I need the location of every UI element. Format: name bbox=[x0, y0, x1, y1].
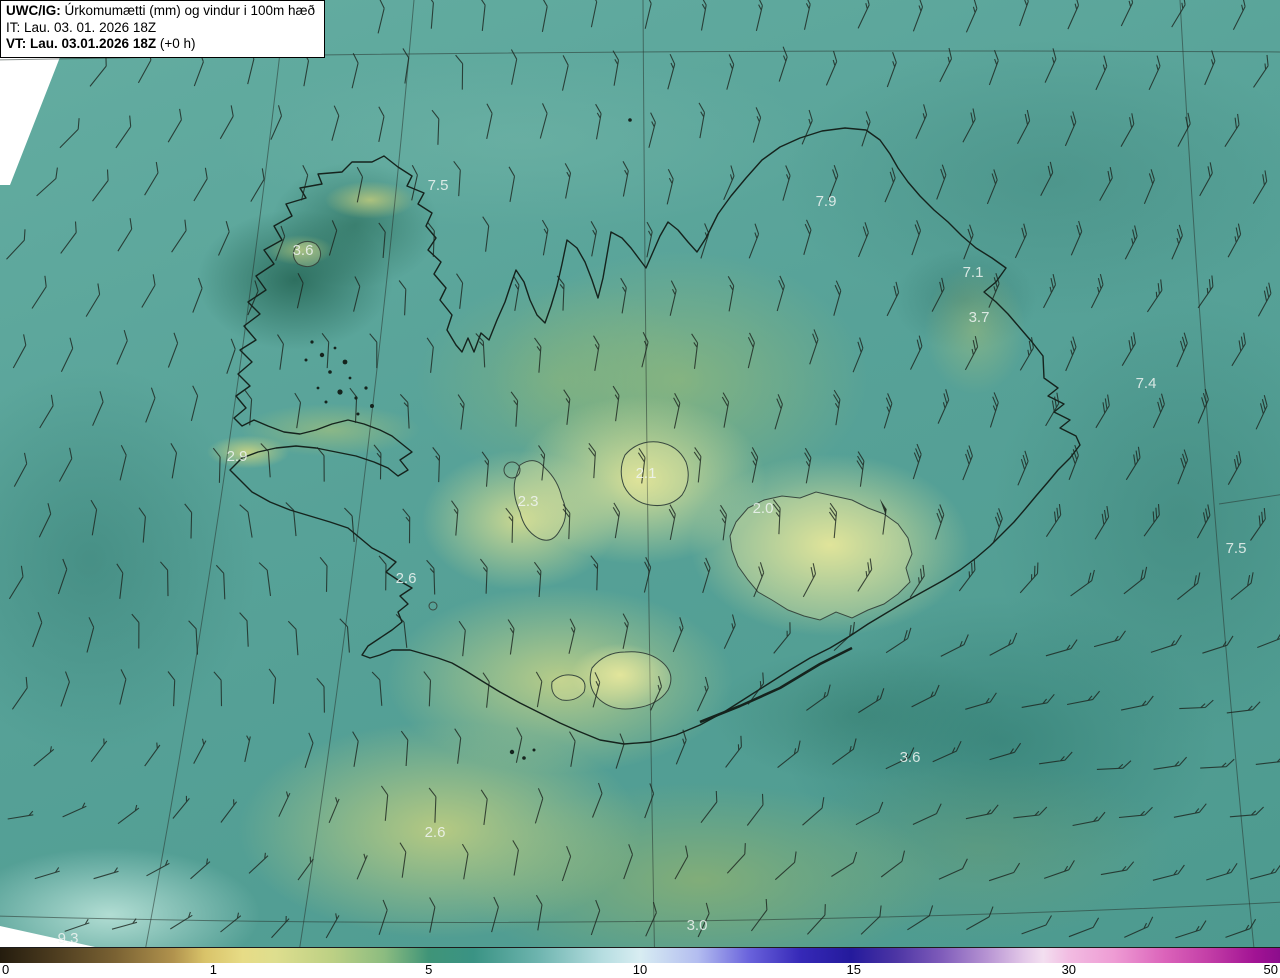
contour-label: 3.0 bbox=[687, 917, 708, 934]
colorbar-tick-label: 30 bbox=[1061, 962, 1077, 977]
colorbar-tick-label: 0 bbox=[2, 962, 10, 977]
coastline bbox=[229, 127, 1081, 745]
islands bbox=[304, 118, 632, 760]
colorbar: 0 1 5 10 15 30 50 bbox=[0, 947, 1280, 978]
colorbar-tick-label: 15 bbox=[846, 962, 861, 977]
contour-label: 3.6 bbox=[900, 749, 921, 766]
contour-label: 2.0 bbox=[753, 500, 774, 517]
title-box: UWC/IG: Úrkomumætti (mm) og vindur i 100… bbox=[0, 0, 326, 59]
contour-label: 9.3 bbox=[58, 930, 79, 947]
colorbar-tick-label: 10 bbox=[632, 962, 648, 977]
title-line-init: IT: Lau. 03. 01. 2026 18Z bbox=[6, 19, 157, 35]
model-name: UWC/IG: bbox=[6, 3, 61, 18]
contour-label: 7.5 bbox=[428, 177, 449, 194]
title-line-product: UWC/IG: Úrkomumætti (mm) og vindur i 100… bbox=[6, 3, 315, 20]
weather-map: 7.5 3.6 7.9 7.1 3.7 7.4 7.5 2.9 2.6 2.3 2.1 2.0 3.6 2… bbox=[0, 0, 1280, 947]
corner-mask bbox=[0, 0, 100, 947]
valid-offset: (+0 h) bbox=[156, 36, 196, 52]
colorbar-tick-label: 50 bbox=[1263, 962, 1278, 977]
glacier-contours bbox=[292, 240, 913, 710]
contour-label: 3.6 bbox=[293, 242, 314, 259]
product-title: Úrkomumætti (mm) og vindur i 100m hæð bbox=[60, 3, 316, 18]
contour-label: 2.1 bbox=[636, 465, 657, 482]
colorbar-tick-label: 1 bbox=[209, 962, 217, 977]
contour-label: 2.6 bbox=[396, 570, 417, 587]
contour-label: 2.6 bbox=[425, 824, 446, 841]
contour-label: 7.4 bbox=[1136, 375, 1157, 392]
valid-time: VT: Lau. 03.01.2026 18Z bbox=[6, 36, 157, 52]
contour-label: 7.1 bbox=[963, 264, 984, 281]
contour-label: 2.9 bbox=[227, 448, 248, 465]
colorbar-ticks: 0 1 5 10 15 30 50 bbox=[0, 962, 1280, 978]
colorbar-tick-label: 5 bbox=[425, 962, 433, 977]
contour-label: 7.5 bbox=[1226, 540, 1247, 557]
title-line-valid: VT: Lau. 03.01.2026 18Z (+0 h) bbox=[6, 36, 315, 53]
colorbar-gradient bbox=[0, 947, 1280, 963]
contour-label: 3.7 bbox=[969, 309, 990, 326]
contour-label: 7.9 bbox=[816, 193, 837, 210]
contour-label: 2.3 bbox=[518, 493, 539, 510]
